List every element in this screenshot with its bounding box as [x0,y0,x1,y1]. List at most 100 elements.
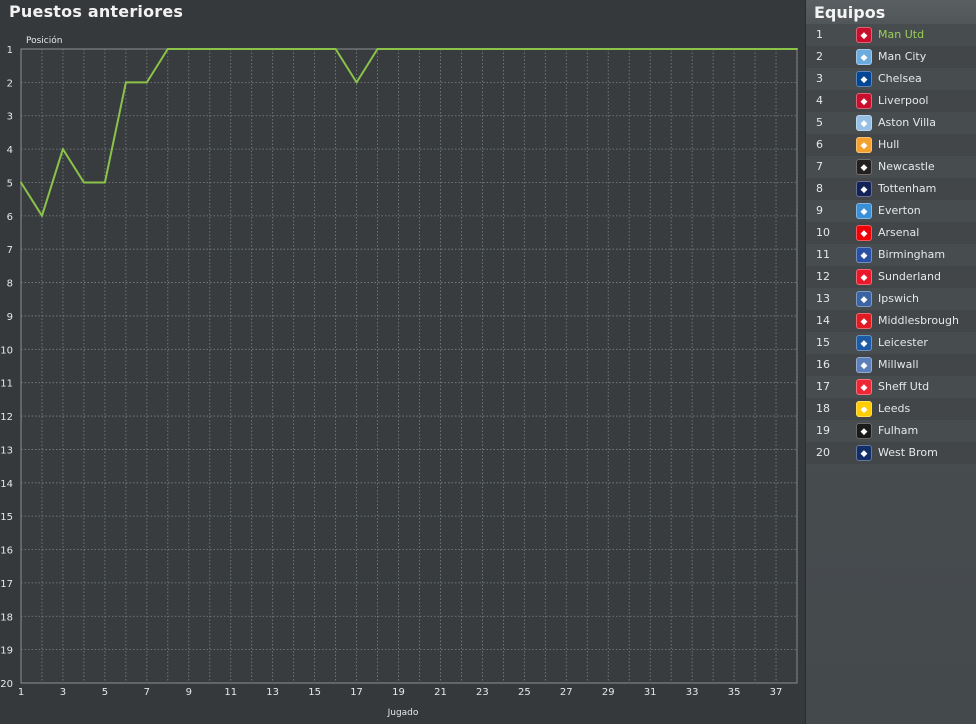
series-point [376,48,379,50]
series-point [187,48,190,50]
team-row[interactable]: 14 ◆ Middlesbrough [806,310,976,332]
team-row[interactable]: 9 ◆ Everton [806,200,976,222]
plot-area [20,48,798,684]
tottenham-crest-icon: ◆ [856,181,872,197]
series-point [628,48,631,50]
team-list: 1 ◆ Man Utd 2 ◆ Man City 3 ◆ Chelsea 4 ◆ Liverpool 5… [806,24,976,464]
x-tick-label: 35 [728,687,741,698]
team-row[interactable]: 20 ◆ West Brom [806,442,976,464]
y-tick-label: 1 [7,45,13,56]
team-name: Leicester [878,336,928,349]
y-tick-label: 10 [0,345,13,356]
team-name: Chelsea [878,72,922,85]
team-row[interactable]: 2 ◆ Man City [806,46,976,68]
team-name: Ipswich [878,292,920,305]
liverpool-crest-icon: ◆ [856,93,872,109]
team-position: 2 [816,50,823,63]
team-name: Aston Villa [878,116,936,129]
team-row[interactable]: 19 ◆ Fulham [806,420,976,442]
series-point [166,48,169,50]
aston-villa-crest-icon: ◆ [856,115,872,131]
team-row[interactable]: 5 ◆ Aston Villa [806,112,976,134]
team-row[interactable]: 18 ◆ Leeds [806,398,976,420]
x-tick-label: 1 [18,687,24,698]
series-point [271,48,274,50]
team-row[interactable]: 11 ◆ Birmingham [806,244,976,266]
series-point [334,48,337,50]
team-position: 11 [816,248,830,261]
man-utd-crest-icon: ◆ [856,27,872,43]
x-tick-label: 5 [102,687,108,698]
series-point [544,48,547,50]
series-point [607,48,610,50]
team-row[interactable]: 7 ◆ Newcastle [806,156,976,178]
y-tick-label: 11 [0,379,13,390]
chelsea-crest-icon: ◆ [856,71,872,87]
team-position: 13 [816,292,830,305]
series-point [229,48,232,50]
birmingham-crest-icon: ◆ [856,247,872,263]
series-point [313,48,316,50]
y-tick-label: 18 [0,612,13,623]
team-name: Newcastle [878,160,935,173]
series-point [670,48,673,50]
y-tick-label: 20 [0,679,13,690]
x-tick-label: 33 [686,687,699,698]
ipswich-crest-icon: ◆ [856,291,872,307]
series-point [292,48,295,50]
team-row[interactable]: 1 ◆ Man Utd [806,24,976,46]
x-tick-label: 17 [350,687,363,698]
x-axis-label: Jugado [387,708,419,718]
series-point [460,48,463,50]
team-name: Hull [878,138,900,151]
series-point [733,48,736,50]
series-point [103,181,106,184]
sheff-utd-crest-icon: ◆ [856,379,872,395]
hull-crest-icon: ◆ [856,137,872,153]
team-row[interactable]: 6 ◆ Hull [806,134,976,156]
x-tick-label: 19 [392,687,405,698]
series-point [481,48,484,50]
series-point [355,81,358,84]
team-row[interactable]: 4 ◆ Liverpool [806,90,976,112]
teams-panel-title: Equipos [814,3,886,22]
team-position: 15 [816,336,830,349]
team-row[interactable]: 16 ◆ Millwall [806,354,976,376]
series-point [439,48,442,50]
x-tick-label: 13 [266,687,279,698]
team-position: 12 [816,270,830,283]
x-tick-label: 31 [644,687,657,698]
team-row[interactable]: 3 ◆ Chelsea [806,68,976,90]
team-position: 5 [816,116,823,129]
series-point [565,48,568,50]
team-row[interactable]: 13 ◆ Ipswich [806,288,976,310]
series-point [649,48,652,50]
y-tick-label: 2 [7,78,13,89]
west-brom-crest-icon: ◆ [856,445,872,461]
team-row[interactable]: 12 ◆ Sunderland [806,266,976,288]
team-position: 3 [816,72,823,85]
team-position: 4 [816,94,823,107]
team-name: Middlesbrough [878,314,959,327]
team-name: Fulham [878,424,919,437]
team-position: 9 [816,204,823,217]
y-tick-label: 7 [7,245,13,256]
team-name: Man City [878,50,927,63]
y-tick-label: 13 [0,445,13,456]
team-row[interactable]: 10 ◆ Arsenal [806,222,976,244]
series-point [523,48,526,50]
team-row[interactable]: 17 ◆ Sheff Utd [806,376,976,398]
newcastle-crest-icon: ◆ [856,159,872,175]
team-position: 10 [816,226,830,239]
team-position: 20 [816,446,830,459]
y-tick-label: 14 [0,479,13,490]
team-row[interactable]: 8 ◆ Tottenham [806,178,976,200]
series-point [397,48,400,50]
x-tick-label: 23 [476,687,489,698]
series-point [712,48,715,50]
man-city-crest-icon: ◆ [856,49,872,65]
team-row[interactable]: 15 ◆ Leicester [806,332,976,354]
everton-crest-icon: ◆ [856,203,872,219]
y-tick-label: 19 [0,646,13,657]
series-point [40,214,43,217]
